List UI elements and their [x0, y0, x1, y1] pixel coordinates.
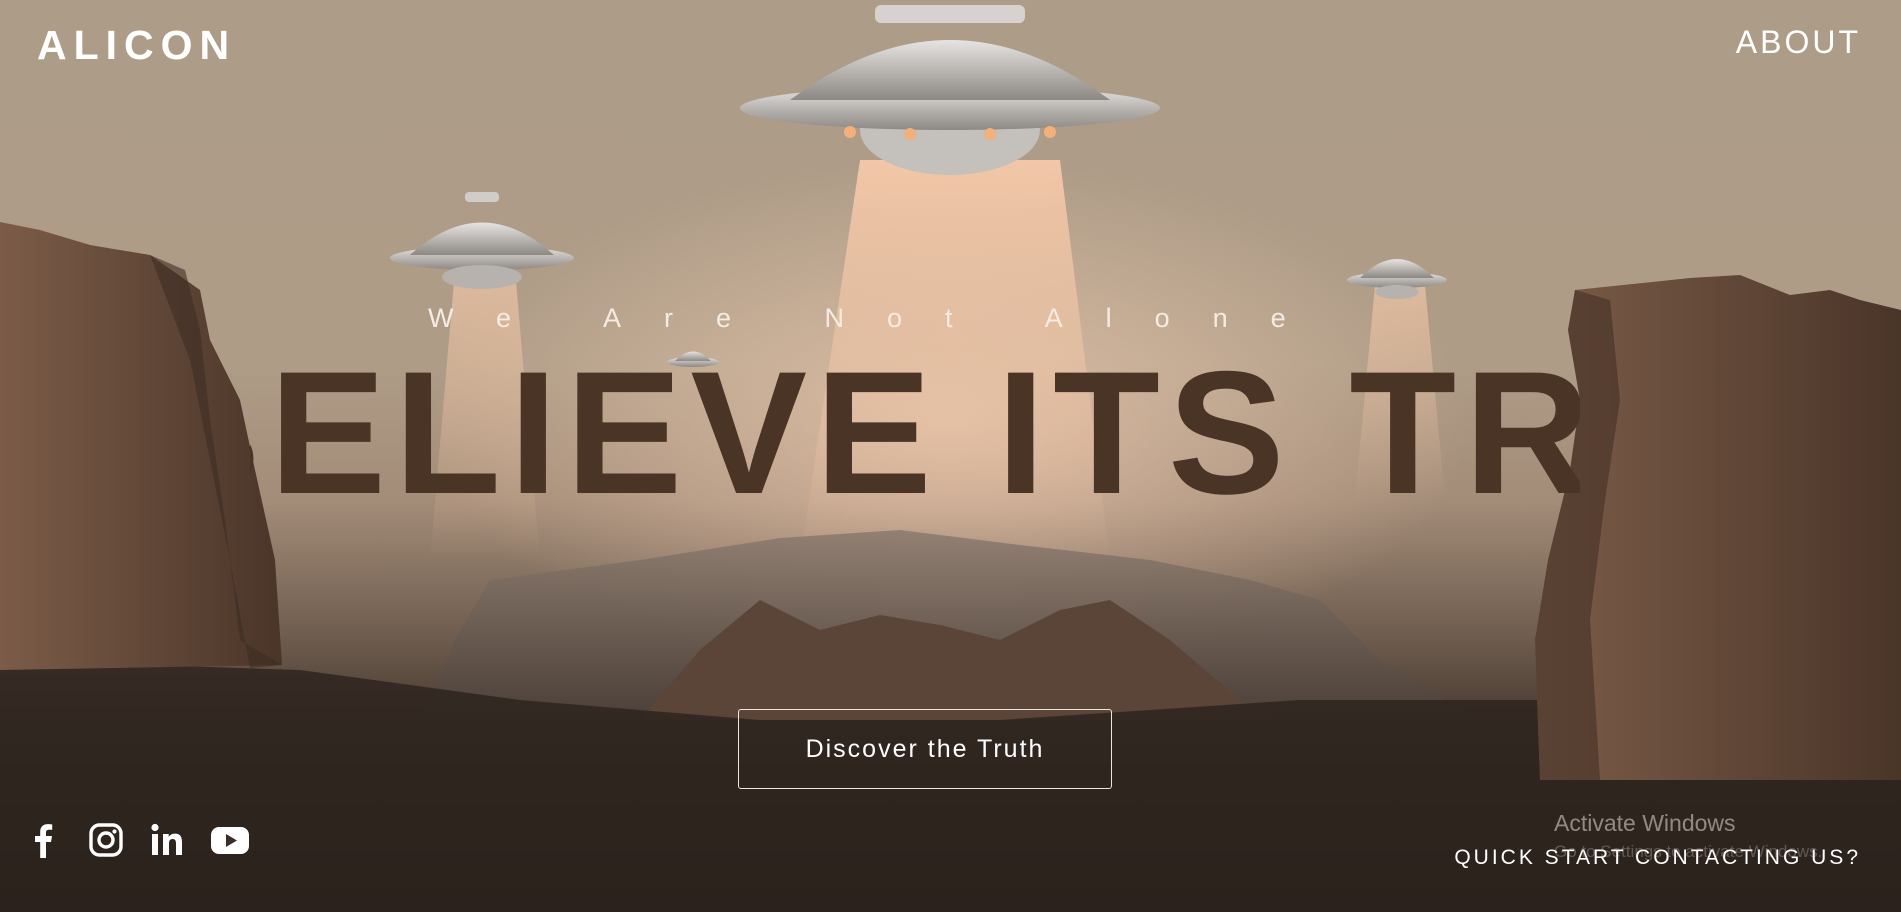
hero-headline: BELIEVE ITS TRUE [250, 358, 1580, 528]
headline-mask: BELIEVE ITS TRUE [250, 358, 1580, 528]
left-cliff [0, 222, 282, 670]
nav-about-link[interactable]: ABOUT [1736, 24, 1861, 61]
social-instagram-link[interactable] [84, 818, 146, 862]
social-youtube-link[interactable] [208, 818, 270, 862]
hero-scene: ALICON ABOUT We Are Not Alone BELIEVE IT… [0, 0, 1901, 912]
social-facebook-link[interactable] [22, 818, 84, 862]
hero-tagline: We Are Not Alone [428, 303, 1329, 333]
activate-windows-subtitle: Go to Settings to activate Windows. [1554, 842, 1823, 861]
discover-truth-button[interactable]: Discover the Truth [738, 709, 1112, 789]
social-links [22, 818, 270, 862]
facebook-icon [35, 824, 53, 858]
instagram-icon [89, 823, 123, 857]
activate-windows-title: Activate Windows [1554, 810, 1736, 836]
main-ufo [740, 5, 1160, 175]
social-linkedin-link[interactable] [146, 818, 208, 862]
logo[interactable]: ALICON [37, 22, 236, 69]
youtube-icon [211, 827, 249, 854]
linkedin-icon [151, 823, 182, 855]
